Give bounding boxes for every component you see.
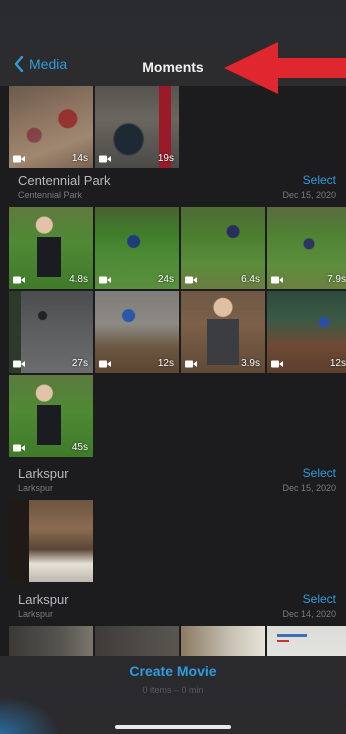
video-duration: 19s: [157, 153, 174, 164]
video-duration: 12s: [157, 358, 174, 369]
moment-date: Dec 15, 2020: [282, 190, 336, 200]
photo-thumbnail[interactable]: [95, 626, 179, 656]
video-thumbnail[interactable]: 12s: [267, 291, 346, 373]
video-thumbnail[interactable]: 19s: [95, 86, 179, 168]
video-duration: 27s: [71, 358, 88, 369]
bottom-toolbar: Create Movie 0 items – 0 min: [0, 656, 346, 734]
video-thumbnail[interactable]: 24s: [95, 207, 179, 289]
photo-thumbnail[interactable]: [181, 626, 265, 656]
corner-glow: [0, 696, 60, 734]
moment-grid-previous: 14s 19s: [9, 86, 346, 168]
moment-date: Dec 15, 2020: [282, 483, 336, 493]
photo-thumbnail[interactable]: [9, 500, 93, 582]
select-button[interactable]: Select: [303, 466, 336, 480]
select-button[interactable]: Select: [303, 592, 336, 606]
select-button[interactable]: Select: [303, 173, 336, 187]
moment-grid-larkspur-2: [9, 626, 346, 656]
video-camera-icon: [271, 360, 283, 368]
video-camera-icon: [99, 155, 111, 163]
moment-title: Larkspur: [18, 466, 69, 481]
home-indicator[interactable]: [115, 725, 231, 729]
moment-grid-centennial-park: 4.8s 24s 6.4s 7.9s 27s 12s 3.9s 12s 45s: [9, 207, 346, 457]
create-movie-button[interactable]: Create Movie: [0, 663, 346, 679]
moment-title: Larkspur: [18, 592, 69, 607]
video-duration: 7.9s: [327, 274, 346, 285]
video-camera-icon: [185, 276, 197, 284]
moment-header: Larkspur Larkspur Select Dec 14, 2020: [0, 592, 346, 626]
video-camera-icon: [13, 276, 25, 284]
video-thumbnail[interactable]: 6.4s: [181, 207, 265, 289]
video-duration: 6.4s: [241, 274, 260, 285]
moments-list[interactable]: 14s 19s Centennial Park Centennial Park …: [0, 86, 346, 656]
video-camera-icon: [13, 444, 25, 452]
photo-thumbnail[interactable]: [9, 626, 93, 656]
moment-location: Larkspur: [18, 483, 54, 493]
video-camera-icon: [185, 360, 197, 368]
video-camera-icon: [99, 276, 111, 284]
selection-summary: 0 items – 0 min: [142, 685, 204, 695]
video-thumbnail[interactable]: 14s: [9, 86, 93, 168]
video-thumbnail[interactable]: 7.9s: [267, 207, 346, 289]
video-thumbnail[interactable]: 27s: [9, 291, 93, 373]
moment-location: Larkspur: [18, 609, 54, 619]
video-thumbnail[interactable]: 45s: [9, 375, 93, 457]
video-camera-icon: [13, 360, 25, 368]
moment-header: Centennial Park Centennial Park Select D…: [0, 173, 346, 207]
moment-header: Larkspur Larkspur Select Dec 15, 2020: [0, 466, 346, 500]
video-thumbnail[interactable]: 3.9s: [181, 291, 265, 373]
video-duration: 4.8s: [69, 274, 88, 285]
moment-location: Centennial Park: [18, 190, 83, 200]
moment-title: Centennial Park: [18, 173, 111, 188]
video-thumbnail[interactable]: 12s: [95, 291, 179, 373]
video-duration: 45s: [71, 442, 88, 453]
moment-date: Dec 14, 2020: [282, 609, 336, 619]
moment-grid-larkspur-1: [9, 500, 346, 582]
video-duration: 14s: [71, 153, 88, 164]
video-duration: 3.9s: [241, 358, 260, 369]
video-camera-icon: [271, 276, 283, 284]
video-duration: 24s: [157, 274, 174, 285]
video-camera-icon: [13, 155, 25, 163]
photo-thumbnail[interactable]: [267, 626, 346, 656]
video-duration: 12s: [329, 358, 346, 369]
video-camera-icon: [99, 360, 111, 368]
video-thumbnail[interactable]: 4.8s: [9, 207, 93, 289]
